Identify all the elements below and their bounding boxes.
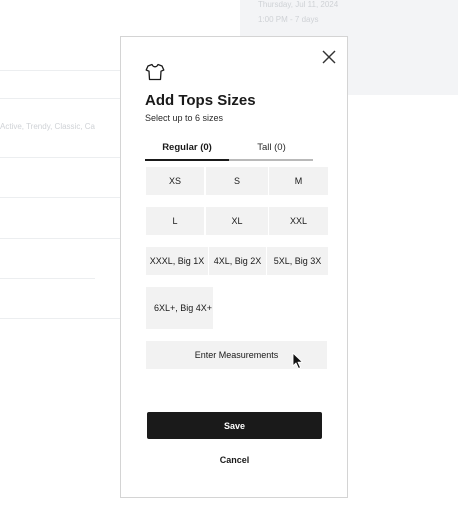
- size-option-l[interactable]: L: [146, 207, 204, 235]
- size-option-m[interactable]: M: [269, 167, 328, 195]
- cancel-button[interactable]: Cancel: [147, 451, 322, 469]
- background-divider: [0, 278, 95, 279]
- background-divider: [0, 70, 122, 71]
- tab-regular[interactable]: Regular (0): [145, 137, 229, 159]
- background-date: Thursday, Jul 11, 2024: [258, 0, 339, 9]
- background-divider: [0, 98, 122, 99]
- background-divider: [0, 157, 122, 158]
- save-button[interactable]: Save: [147, 412, 322, 439]
- size-option-5xl[interactable]: 5XL, Big 3X: [267, 247, 328, 275]
- background-divider: [0, 197, 122, 198]
- tab-underline: [229, 159, 313, 161]
- close-icon: [322, 50, 336, 64]
- tab-underline-active: [145, 159, 229, 161]
- background-time: 1:00 PM - 7 days: [258, 15, 319, 24]
- size-option-4xl[interactable]: 4XL, Big 2X: [209, 247, 266, 275]
- size-type-tabs: Regular (0) Tall (0): [145, 137, 313, 161]
- modal-subtitle: Select up to 6 sizes: [145, 113, 224, 123]
- shirt-icon: [145, 63, 165, 81]
- background-divider: [0, 238, 122, 239]
- close-button[interactable]: [321, 49, 337, 65]
- background-divider: [0, 318, 122, 319]
- page: Thursday, Jul 11, 2024 1:00 PM - 7 days …: [0, 0, 458, 515]
- background-tags: Active, Trendy, Classic, Ca: [0, 122, 95, 131]
- size-option-xs[interactable]: XS: [146, 167, 204, 195]
- size-option-xxxl[interactable]: XXXL, Big 1X: [146, 247, 208, 275]
- size-option-s[interactable]: S: [206, 167, 268, 195]
- size-option-xxl[interactable]: XXL: [269, 207, 328, 235]
- mouse-pointer-icon: [292, 352, 304, 370]
- tab-tall[interactable]: Tall (0): [230, 137, 313, 159]
- size-option-xl[interactable]: XL: [206, 207, 268, 235]
- add-tops-sizes-modal: Add Tops Sizes Select up to 6 sizes Regu…: [120, 36, 348, 498]
- size-option-6xl[interactable]: 6XL+, Big 4X+: [146, 287, 213, 329]
- modal-title: Add Tops Sizes: [145, 92, 256, 109]
